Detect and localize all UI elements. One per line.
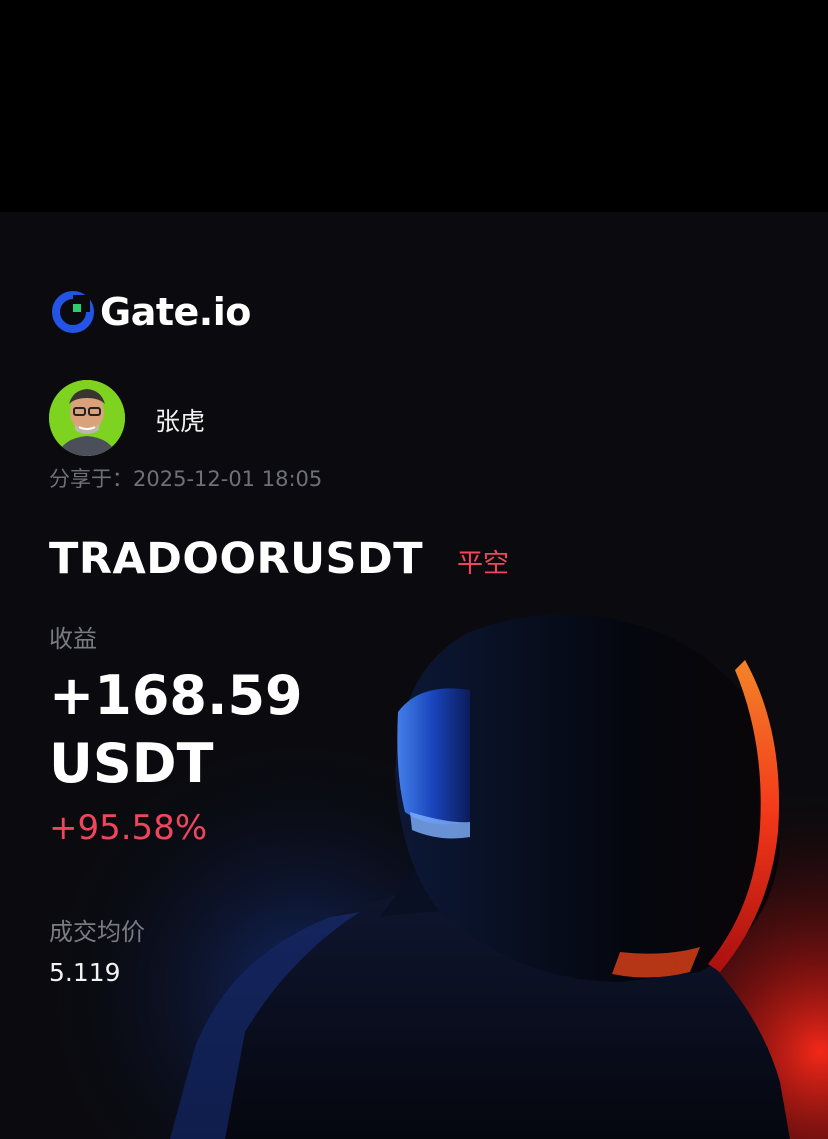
avatar-portrait-image bbox=[49, 380, 125, 456]
share-time: 分享于：2025-12-01 18:05 bbox=[49, 467, 323, 491]
pnl-amount: +168.59 bbox=[49, 664, 303, 727]
pnl-percent: +95.58% bbox=[49, 808, 208, 848]
gate-logo-icon bbox=[52, 291, 94, 333]
trading-pair: TRADOORUSDT bbox=[49, 534, 424, 584]
brand-logo: Gate.io bbox=[52, 290, 251, 334]
pnl-label: 收益 bbox=[49, 625, 97, 653]
brand-name: Gate.io bbox=[100, 290, 251, 334]
position-side-tag: 平空 bbox=[457, 549, 510, 579]
card-content: Gate.io 张虎 分享于：2025-12-01 18:05 TRADOORU… bbox=[0, 212, 828, 1139]
top-black-area bbox=[0, 0, 828, 212]
pnl-value: +168.59 USDT bbox=[49, 662, 303, 798]
avg-price-label: 成交均价 bbox=[49, 918, 145, 946]
user-name: 张虎 bbox=[155, 407, 206, 436]
share-card: Gate.io 张虎 分享于：2025-12-01 18:05 TRADOORU… bbox=[0, 212, 828, 1139]
avg-price-value: 5.119 bbox=[49, 958, 121, 987]
pnl-unit: USDT bbox=[49, 732, 214, 795]
avatar bbox=[49, 380, 125, 456]
